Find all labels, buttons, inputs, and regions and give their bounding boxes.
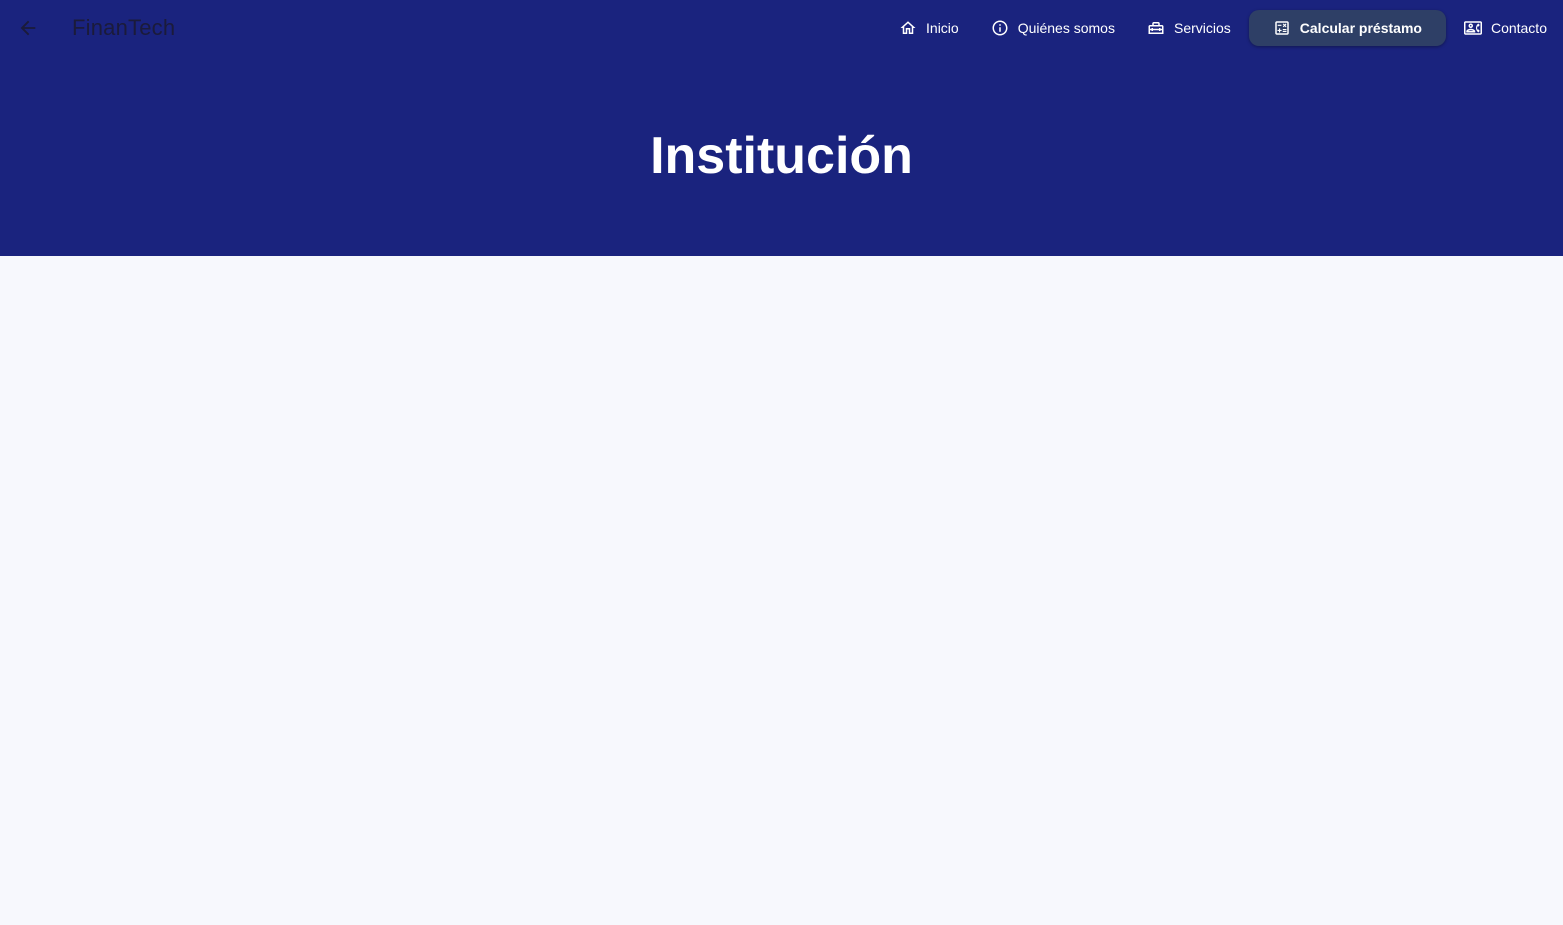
toolbox-icon <box>1147 19 1165 37</box>
nav-item-label: Quiénes somos <box>1017 20 1115 36</box>
nav-item-inicio[interactable]: Inicio <box>883 9 975 47</box>
nav-item-label: Calcular préstamo <box>1299 20 1422 36</box>
contact-card-icon <box>1463 19 1482 37</box>
nav-item-label: Servicios <box>1173 20 1231 36</box>
main-nav: Inicio Quiénes somos Servicios Calcular … <box>883 9 1563 47</box>
back-button[interactable] <box>14 14 42 42</box>
nav-item-calcular-prestamo[interactable]: Calcular préstamo <box>1248 10 1446 46</box>
nav-item-label: Inicio <box>926 20 959 36</box>
header-banner: FinanTech Inicio Quiénes somos Servicios… <box>0 0 1563 256</box>
main-content <box>0 256 1563 925</box>
home-icon <box>899 19 917 37</box>
nav-item-label: Contacto <box>1490 20 1547 36</box>
page-title: Institución <box>650 127 913 185</box>
nav-item-contacto[interactable]: Contacto <box>1448 9 1563 47</box>
nav-item-quienes-somos[interactable]: Quiénes somos <box>975 9 1131 47</box>
info-icon <box>991 19 1009 37</box>
brand-title[interactable]: FinanTech <box>72 14 175 42</box>
calculator-icon <box>1273 19 1291 37</box>
arrow-left-icon <box>20 20 36 36</box>
nav-item-servicios[interactable]: Servicios <box>1131 9 1247 47</box>
top-app-bar: FinanTech Inicio Quiénes somos Servicios… <box>0 0 1563 56</box>
